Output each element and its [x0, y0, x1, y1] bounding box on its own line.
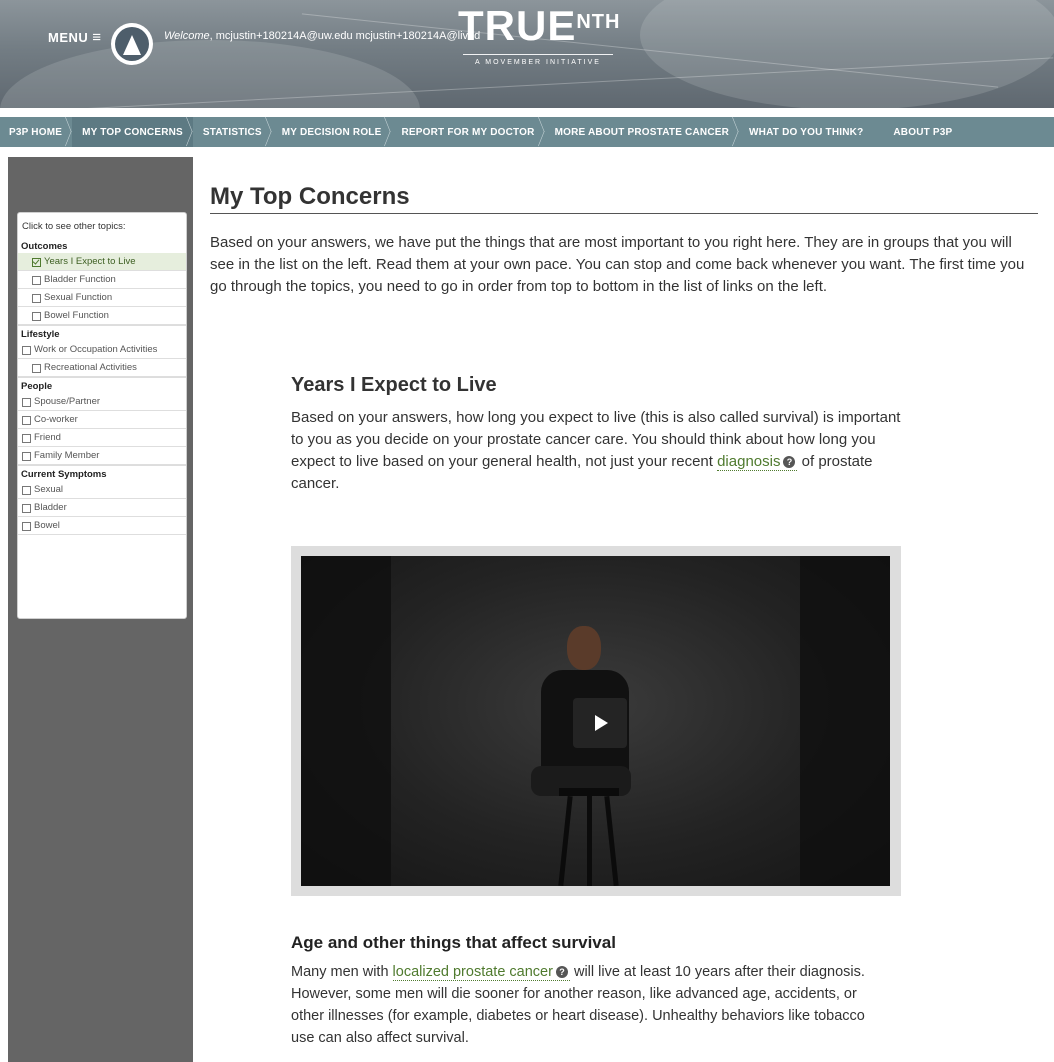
nav-item-my-decision-role[interactable]: MY DECISION ROLE	[272, 117, 392, 147]
topics-panel: Click to see other topics: Outcomes Year…	[17, 212, 187, 619]
topic-label: Work or Occupation Activities	[34, 344, 158, 355]
section-years-expect-to-live: Years I Expect to Live Based on your ans…	[291, 374, 911, 495]
topic-group-title: Outcomes	[21, 241, 68, 252]
topic-group-title: People	[18, 377, 186, 393]
checkbox-icon	[32, 312, 41, 321]
checkbox-icon	[22, 504, 31, 513]
checkbox-icon	[22, 398, 31, 407]
checkbox-icon	[22, 434, 31, 443]
welcome-prefix: Welcome	[164, 30, 210, 42]
topic-friend[interactable]: Friend	[18, 429, 186, 447]
logo-superscript: NTH	[576, 11, 621, 33]
welcome-message: Welcome, mcjustin+180214A@uw.edu mcjusti…	[164, 30, 480, 42]
topic-years-i-expect-to-live[interactable]: Years I Expect to Live	[18, 253, 186, 271]
hamburger-icon: ≡	[92, 29, 102, 46]
checkbox-icon	[22, 486, 31, 495]
banner-background-map	[640, 0, 1054, 108]
menu-button[interactable]: MENU ≡	[48, 29, 102, 46]
topic-label: Bladder Function	[44, 274, 116, 285]
main-content: My Top Concerns Based on your answers, w…	[210, 183, 1038, 298]
banner-background-map	[0, 40, 420, 108]
topic-group-title: Lifestyle	[18, 325, 186, 341]
nav-item-report-for-my-doctor[interactable]: REPORT FOR MY DOCTOR	[391, 117, 544, 147]
topic-symptom-sexual[interactable]: Sexual	[18, 481, 186, 499]
main-nav: P3P HOME MY TOP CONCERNS STATISTICS MY D…	[0, 117, 1054, 147]
topic-label: Spouse/Partner	[34, 396, 101, 407]
topic-spouse-partner[interactable]: Spouse/Partner	[18, 393, 186, 411]
topic-label: Recreational Activities	[44, 362, 137, 373]
header-banner: MENU ≡ Welcome, mcjustin+180214A@uw.edu …	[0, 0, 1054, 108]
section-text: Based on your answers, how long you expe…	[291, 407, 911, 495]
topics-hint: Click to see other topics:	[22, 221, 126, 232]
topic-label: Bowel Function	[44, 310, 109, 321]
checkbox-icon	[32, 276, 41, 285]
topic-label: Bowel	[34, 520, 60, 531]
nav-item-about-p3p[interactable]: ABOUT P3P	[883, 117, 962, 147]
play-icon[interactable]	[573, 698, 627, 748]
logo-word: TRUENTH	[458, 2, 621, 49]
topic-label: Years I Expect to Live	[44, 256, 136, 267]
menu-label: MENU	[48, 30, 89, 45]
topic-work-or-occupation[interactable]: Work or Occupation Activities	[18, 341, 186, 359]
intro-text: Based on your answers, we have put the t…	[210, 234, 1025, 295]
topic-label: Family Member	[34, 450, 100, 461]
section-title: Years I Expect to Live	[291, 374, 497, 396]
checkbox-icon	[22, 346, 31, 355]
topic-bowel-function[interactable]: Bowel Function	[18, 307, 186, 325]
localized-prostate-cancer-link[interactable]: localized prostate cancer?	[392, 964, 570, 981]
checkbox-icon	[22, 522, 31, 531]
logo-divider	[463, 54, 613, 55]
help-icon: ?	[783, 456, 796, 468]
subsection-text-part: Many men with	[291, 964, 393, 980]
help-icon: ?	[555, 966, 568, 978]
checkbox-icon	[32, 294, 41, 303]
topic-label: Friend	[34, 432, 61, 443]
topic-symptom-bladder[interactable]: Bladder	[18, 499, 186, 517]
topic-label: Sexual	[34, 484, 64, 495]
page-title: My Top Concerns	[210, 183, 1038, 214]
video-thumbnail-person	[511, 616, 661, 886]
subsection-text: Many men with localized prostate cancer?…	[291, 961, 891, 1049]
topic-symptom-bowel[interactable]: Bowel	[18, 517, 186, 535]
avatar[interactable]	[111, 23, 153, 65]
video-background	[800, 556, 890, 886]
topic-group-title: Current Symptoms	[18, 465, 186, 481]
topic-co-worker[interactable]: Co-worker	[18, 411, 186, 429]
nav-item-what-do-you-think[interactable]: WHAT DO YOU THINK?	[739, 117, 883, 147]
user-icon	[115, 27, 149, 61]
topic-sexual-function[interactable]: Sexual Function	[18, 289, 186, 307]
topic-label: Bladder	[34, 502, 67, 513]
subsection-title: Age and other things that affect surviva…	[291, 933, 616, 952]
topic-family-member[interactable]: Family Member	[18, 447, 186, 465]
topic-label: Sexual Function	[44, 292, 113, 303]
logo-tagline: A MOVEMBER INITIATIVE	[475, 59, 601, 66]
nav-item-my-top-concerns[interactable]: MY TOP CONCERNS	[72, 117, 193, 147]
topic-label: Co-worker	[34, 414, 78, 425]
nav-item-more-about-prostate-cancer[interactable]: MORE ABOUT PROSTATE CANCER	[545, 117, 739, 147]
diagnosis-link[interactable]: diagnosis?	[717, 453, 798, 471]
nav-item-p3p-home[interactable]: P3P HOME	[0, 117, 72, 147]
topic-bladder-function[interactable]: Bladder Function	[18, 271, 186, 289]
checkbox-icon	[32, 364, 41, 373]
welcome-user: , mcjustin+180214A@uw.edu mcjustin+18021…	[209, 30, 481, 42]
video-player[interactable]	[301, 556, 890, 886]
truenth-logo[interactable]: TRUENTH A MOVEMBER INITIATIVE	[458, 0, 621, 95]
checkbox-icon	[22, 452, 31, 461]
topic-recreational-activities[interactable]: Recreational Activities	[18, 359, 186, 377]
section-age-affect-survival: Age and other things that affect surviva…	[291, 933, 911, 1049]
video-background	[301, 556, 391, 886]
checkbox-checked-icon	[32, 258, 41, 267]
checkbox-icon	[22, 416, 31, 425]
nav-item-statistics[interactable]: STATISTICS	[193, 117, 272, 147]
video-frame	[291, 546, 901, 896]
